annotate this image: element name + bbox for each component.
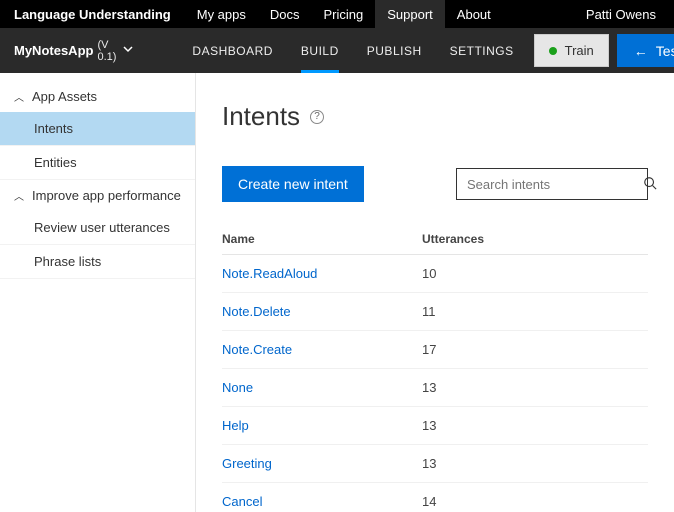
user-name-label[interactable]: Patti Owens <box>568 0 674 28</box>
chevron-down-icon <box>122 43 134 58</box>
column-header-utterances[interactable]: Utterances <box>422 232 648 246</box>
train-button[interactable]: Train <box>534 34 609 67</box>
intent-utterance-count: 14 <box>422 494 648 509</box>
intent-name-link[interactable]: Note.ReadAloud <box>222 266 422 281</box>
intent-name-link[interactable]: Note.Create <box>222 342 422 357</box>
top-nav-bar: Language Understanding My appsDocsPricin… <box>0 0 674 28</box>
search-intents-box[interactable] <box>456 168 648 200</box>
sidebar-group-improve[interactable]: ︿ Improve app performance <box>0 180 195 211</box>
intents-table-header: Name Utterances <box>222 232 648 255</box>
sidebar-group-label: Improve app performance <box>32 188 181 203</box>
sidebar-item[interactable]: Intents <box>0 112 195 146</box>
search-input[interactable] <box>467 177 643 192</box>
intent-name-link[interactable]: Greeting <box>222 456 422 471</box>
intent-name-link[interactable]: Note.Delete <box>222 304 422 319</box>
sidebar-group-label: App Assets <box>32 89 97 104</box>
create-intent-button[interactable]: Create new intent <box>222 166 364 202</box>
help-icon[interactable]: ? <box>310 110 324 124</box>
topnav-item[interactable]: About <box>445 0 503 28</box>
intent-name-link[interactable]: Cancel <box>222 494 422 509</box>
table-row: Help13 <box>222 407 648 445</box>
sidebar-item[interactable]: Entities <box>0 146 195 180</box>
intent-utterance-count: 13 <box>422 456 648 471</box>
spacer <box>503 0 568 28</box>
train-button-label: Train <box>565 43 594 58</box>
arrow-left-icon: ← <box>634 43 648 59</box>
intent-utterance-count: 13 <box>422 380 648 395</box>
intent-name-link[interactable]: Help <box>222 418 422 433</box>
page-title: Intents ? <box>222 101 648 132</box>
column-header-name[interactable]: Name <box>222 232 422 246</box>
page-title-text: Intents <box>222 101 300 132</box>
main-tab[interactable]: BUILD <box>287 28 353 73</box>
sidebar-item[interactable]: Phrase lists <box>0 245 195 279</box>
app-name-label: MyNotesApp <box>14 43 93 58</box>
intent-name-link[interactable]: None <box>222 380 422 395</box>
sidebar: ︿ App Assets IntentsEntities ︿ Improve a… <box>0 73 196 512</box>
app-selector[interactable]: MyNotesApp (V 0.1) <box>0 28 148 73</box>
search-icon[interactable] <box>643 176 657 193</box>
test-button[interactable]: ← Test <box>617 34 674 67</box>
intent-utterance-count: 17 <box>422 342 648 357</box>
table-row: Note.ReadAloud10 <box>222 255 648 293</box>
main-panel: Intents ? Create new intent Name Utteran… <box>196 73 674 512</box>
intent-utterance-count: 13 <box>422 418 648 433</box>
status-dot-icon <box>549 47 557 55</box>
action-row: Create new intent <box>222 166 648 202</box>
chevron-up-icon: ︿ <box>14 89 24 104</box>
table-row: Cancel14 <box>222 483 648 512</box>
chevron-up-icon: ︿ <box>14 188 24 203</box>
test-button-label: Test <box>656 43 674 59</box>
topnav-item[interactable]: My apps <box>185 0 258 28</box>
main-tabs: DASHBOARDBUILDPUBLISHSETTINGS <box>178 28 527 73</box>
main-tab[interactable]: DASHBOARD <box>178 28 287 73</box>
main-tab[interactable]: PUBLISH <box>353 28 436 73</box>
intent-utterance-count: 11 <box>422 304 648 319</box>
brand-label: Language Understanding <box>0 0 185 28</box>
sidebar-item[interactable]: Review user utterances <box>0 211 195 245</box>
topnav-item[interactable]: Docs <box>258 0 312 28</box>
app-bar: MyNotesApp (V 0.1) DASHBOARDBUILDPUBLISH… <box>0 28 674 73</box>
content-area: ︿ App Assets IntentsEntities ︿ Improve a… <box>0 73 674 512</box>
sidebar-group-app-assets[interactable]: ︿ App Assets <box>0 81 195 112</box>
topnav-item[interactable]: Support <box>375 0 445 28</box>
intent-utterance-count: 10 <box>422 266 648 281</box>
table-row: Greeting13 <box>222 445 648 483</box>
main-tab[interactable]: SETTINGS <box>436 28 528 73</box>
app-version-label: (V 0.1) <box>97 39 116 63</box>
topnav-item[interactable]: Pricing <box>312 0 376 28</box>
table-row: Note.Delete11 <box>222 293 648 331</box>
table-row: None13 <box>222 369 648 407</box>
table-row: Note.Create17 <box>222 331 648 369</box>
